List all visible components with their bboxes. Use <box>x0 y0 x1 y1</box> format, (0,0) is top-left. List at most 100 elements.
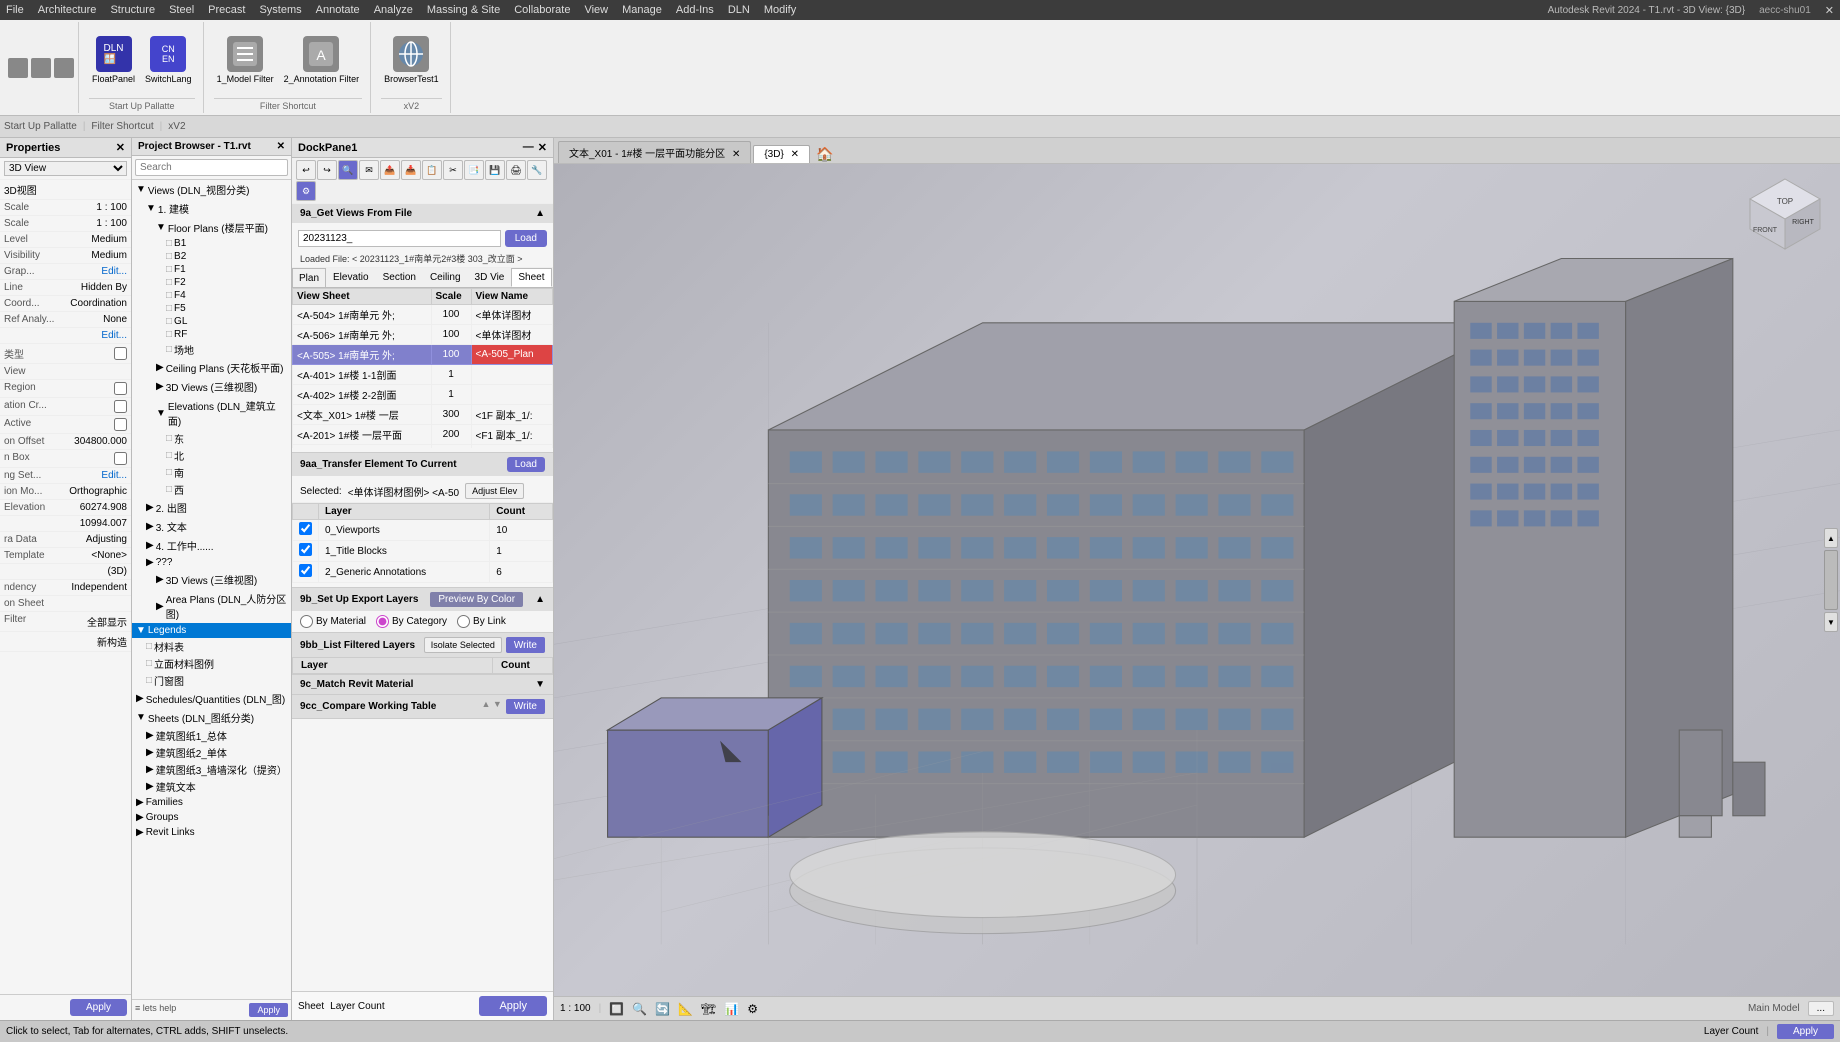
prop-ation[interactable]: ation Cr... <box>0 398 131 416</box>
tab-sheet[interactable]: Sheet <box>511 268 551 287</box>
toolbar-btn-12[interactable]: 🔧 <box>527 160 547 180</box>
preview-color-btn[interactable]: Preview By Color <box>430 592 523 607</box>
tab-wenben[interactable]: 文本_X01 - 1#楼 一层平面功能分区 ✕ <box>558 141 751 163</box>
section-9c-collapse[interactable]: ▼ <box>535 679 545 690</box>
tree-item-views[interactable]: ▼ Views (DLN_视图分类) <box>132 180 291 199</box>
btn-model-filter[interactable]: 1_Model Filter <box>214 33 277 87</box>
radio-material[interactable]: By Material <box>300 615 366 628</box>
tab-elevation[interactable]: Elevatio <box>326 268 376 287</box>
tree-item-b1[interactable]: □B1 <box>132 237 291 250</box>
status-btn-2[interactable]: 🔍 <box>632 1002 647 1016</box>
menu-massing[interactable]: Massing & Site <box>427 4 500 16</box>
tree-item-lifang[interactable]: □立面材料图例 <box>132 655 291 672</box>
menu-systems[interactable]: Systems <box>259 4 301 16</box>
status-btn-3[interactable]: 🔄 <box>655 1002 670 1016</box>
tree-item-sheet3[interactable]: ▶建筑图纸3_墙墙深化（提资） <box>132 761 291 778</box>
btn-annotation-filter[interactable]: A 2_Annotation Filter <box>281 33 363 87</box>
tree-item-b2[interactable]: □B2 <box>132 250 291 263</box>
menu-architecture[interactable]: Architecture <box>38 4 97 16</box>
status-btn-6[interactable]: 📊 <box>724 1002 739 1016</box>
dock-minimize[interactable]: — <box>523 141 534 154</box>
tree-item-legends[interactable]: ▼Legends <box>132 623 291 638</box>
toolbar-btn-6[interactable]: 📥 <box>401 160 421 180</box>
tree-item-cailiao[interactable]: □材料表 <box>132 638 291 655</box>
btn-save[interactable] <box>8 58 28 78</box>
isolate-btn[interactable]: Isolate Selected <box>424 637 502 653</box>
btn-browsertest[interactable]: BrowserTest1 <box>381 33 442 87</box>
tree-item-east[interactable]: □东 <box>132 430 291 447</box>
tree-item-xxx[interactable]: ▶??? <box>132 555 291 570</box>
tree-item-wenben[interactable]: ▶3. 文本 <box>132 517 291 536</box>
tree-item-changdi[interactable]: □场地 <box>132 341 291 358</box>
prop-active[interactable]: Active <box>0 416 131 434</box>
tree-item-sheets[interactable]: ▼Sheets (DLN_图纸分类) <box>132 708 291 727</box>
section-9a-header[interactable]: 9a_Get Views From File ▲ <box>292 204 553 223</box>
prop-region[interactable]: Region <box>0 380 131 398</box>
table-row[interactable]: <A-504> 1#南单元 外; 100 <单体详图材 <box>293 305 553 325</box>
tree-item-3dviews[interactable]: ▶3D Views (三维视图) <box>132 377 291 396</box>
menu-file[interactable]: File <box>6 4 24 16</box>
menu-precast[interactable]: Precast <box>208 4 245 16</box>
scroll-down-btn[interactable]: ▼ <box>1824 612 1838 632</box>
tree-item-north[interactable]: □北 <box>132 447 291 464</box>
tree-item-groups[interactable]: ▶Groups <box>132 810 291 825</box>
tab-wenben-close[interactable]: ✕ <box>732 149 740 160</box>
table-row[interactable]: <文本_X01> 1#楼 一层 300 <1F 副本_1/: <box>293 405 553 425</box>
section-9cc-header[interactable]: 9cc_Compare Working Table ▲ ▼ Write <box>292 695 553 718</box>
tab-3dview[interactable]: 3D Vie <box>468 268 512 287</box>
home-icon[interactable]: 🏠 <box>816 146 833 163</box>
tree-item-f4[interactable]: □F4 <box>132 289 291 302</box>
radio-link[interactable]: By Link <box>457 615 506 628</box>
tab-3d[interactable]: {3D} ✕ <box>753 145 810 163</box>
tree-item-floor-plans[interactable]: ▼Floor Plans (楼层平面) <box>132 218 291 237</box>
btn-redo[interactable] <box>54 58 74 78</box>
tree-item-jianzhu[interactable]: ▼1. 建模 <box>132 199 291 218</box>
table-row[interactable]: <A-506> 1#南单元 外; 100 <单体详图材 <box>293 325 553 345</box>
dock-close[interactable]: ✕ <box>538 141 547 154</box>
prop-checkbox1[interactable]: 类型 <box>0 344 131 364</box>
menu-manage[interactable]: Manage <box>622 4 662 16</box>
toolbar-btn-3[interactable]: 🔍 <box>338 160 358 180</box>
view-type-select[interactable]: 3D View <box>4 161 127 176</box>
prop-edit1[interactable]: Edit... <box>0 328 131 344</box>
toolbar-btn-11[interactable]: 🖨 <box>506 160 526 180</box>
tree-item-f1[interactable]: □F1 <box>132 263 291 276</box>
status-btn-1[interactable]: 🔲 <box>609 1002 624 1016</box>
write-btn[interactable]: Write <box>506 637 545 653</box>
tree-item-gongzuo[interactable]: ▶4. 工作中...... <box>132 536 291 555</box>
prop-grap[interactable]: Grap...Edit... <box>0 264 131 280</box>
tree-item-elevations[interactable]: ▼Elevations (DLN_建筑立面) <box>132 396 291 430</box>
btn-floatpanel[interactable]: DLN🪟 FloatPanel <box>89 33 138 87</box>
tree-item-schedules[interactable]: ▶Schedules/Quantities (DLN_图) <box>132 689 291 708</box>
prop-visibility[interactable]: VisibilityMedium <box>0 248 131 264</box>
menu-view[interactable]: View <box>584 4 608 16</box>
menu-annotate[interactable]: Annotate <box>316 4 360 16</box>
tree-item-f5[interactable]: □F5 <box>132 302 291 315</box>
tree-item-menjian[interactable]: □门窗图 <box>132 672 291 689</box>
tree-item-f2[interactable]: □F2 <box>132 276 291 289</box>
dock-apply-btn[interactable]: Apply <box>479 996 547 1016</box>
toolbar-btn-4[interactable]: ✉ <box>359 160 379 180</box>
tab-plan[interactable]: Plan <box>292 268 326 287</box>
table-row[interactable]: <A-201> 1#楼 一层平面 200 <F1 副本_1/: <box>293 425 553 445</box>
toolbar-btn-2[interactable]: ↪ <box>317 160 337 180</box>
btn-switchlang[interactable]: CNEN SwitchLang <box>142 33 195 87</box>
browser-search-input[interactable] <box>135 159 288 176</box>
tab-3d-close[interactable]: ✕ <box>791 149 799 160</box>
menu-addins[interactable]: Add-Ins <box>676 4 714 16</box>
tree-item-ceiling[interactable]: ▶Ceiling Plans (天花板平面) <box>132 358 291 377</box>
table-row-selected[interactable]: <A-505> 1#南单元 外; 100 <A-505_Plan <box>293 345 553 365</box>
tree-item-south[interactable]: □南 <box>132 464 291 481</box>
view-mode-btn[interactable]: ... <box>1808 1001 1834 1016</box>
toolbar-btn-5[interactable]: 📤 <box>380 160 400 180</box>
section-9a-collapse[interactable]: ▲ <box>535 208 545 219</box>
tab-section[interactable]: Section <box>376 268 423 287</box>
section-9cc-write-btn[interactable]: Write <box>506 699 545 714</box>
properties-close[interactable]: ✕ <box>116 141 125 154</box>
browser-close[interactable]: ✕ <box>277 141 285 152</box>
toolbar-btn-13[interactable]: ⚙ <box>296 181 316 201</box>
section-9b-header[interactable]: 9b_Set Up Export Layers Preview By Color… <box>292 588 553 611</box>
btn-undo[interactable] <box>31 58 51 78</box>
tree-item-west[interactable]: □西 <box>132 481 291 498</box>
transfer-row-3[interactable]: 2_Generic Annotations 6 <box>293 562 553 583</box>
